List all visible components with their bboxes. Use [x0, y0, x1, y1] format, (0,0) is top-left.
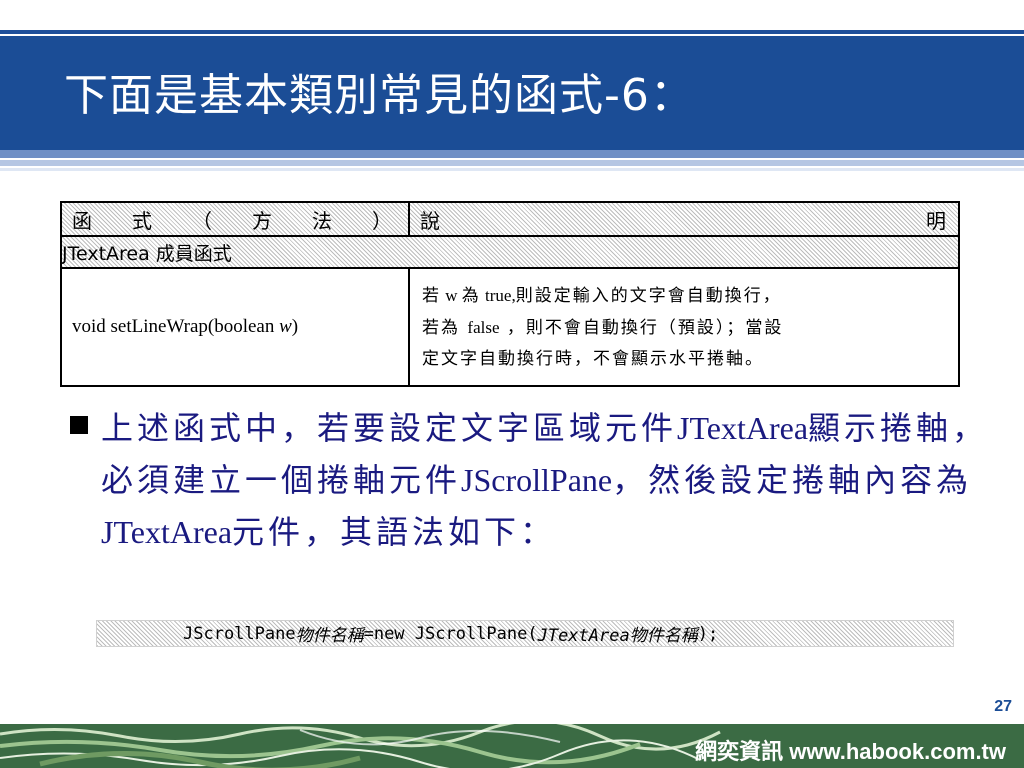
function-table: 函 式 （ 方 法 ） 說 明 JTextArea 成員函式 void setL… — [60, 201, 960, 387]
section-label-cell: JTextArea 成員函式 — [60, 235, 960, 269]
table-row: void setLineWrap(boolean w) 若 w 為 true,則… — [60, 267, 960, 387]
method-signature-start: void setLineWrap(boolean — [72, 316, 280, 337]
title-band-top-line — [0, 30, 1024, 34]
header-char: 法 — [312, 208, 332, 233]
header-char: 說 — [420, 208, 440, 233]
description-cell: 若 w 為 true,則設定輸入的文字會自動換行， 若為 false ，則不會自… — [408, 267, 960, 387]
bullet-square-icon — [70, 416, 88, 434]
page-number: 27 — [994, 698, 1012, 715]
syntax-code-box: JScrollPane 物件名稱 =new JScrollPane(JTextAr… — [96, 620, 954, 647]
slide-title: 下面是基本類別常見的函式-6： — [64, 70, 695, 121]
method-cell: void setLineWrap(boolean w) — [60, 267, 410, 387]
header-char: 函 — [72, 208, 92, 233]
method-signature-end: ) — [291, 316, 299, 337]
table-section-row: JTextArea 成員函式 — [60, 235, 960, 269]
description-line: 若 w 為 true,則設定輸入的文字會自動換行， — [422, 285, 782, 306]
header-char: ） — [372, 208, 392, 233]
header-char: 方 — [252, 208, 272, 233]
title-band-stripe — [0, 150, 1024, 158]
header-char: 明 — [926, 208, 946, 233]
description-line: 定文字自動換行時，不會顯示水平捲軸。 — [422, 348, 764, 369]
title-band-stripe — [0, 160, 1024, 166]
table-header-row: 函 式 （ 方 法 ） 說 明 — [60, 201, 960, 237]
bullet-paragraph: 上述函式中，若要設定文字區域元件JTextArea顯示捲軸，必須建立一個捲軸元件… — [101, 409, 989, 551]
header-char: （ — [192, 208, 212, 233]
header-char: 式 — [132, 208, 152, 233]
header-description-cell: 說 明 — [408, 201, 960, 237]
method-param: w — [279, 316, 292, 337]
header-method-cell: 函 式 （ 方 法 ） — [60, 201, 410, 237]
title-band-stripe — [0, 168, 1024, 171]
footer-brand: 網奕資訊 www.habook.com.tw — [695, 739, 1006, 764]
description-line: 若為 false ，則不會自動換行（預設）；當設 — [422, 317, 784, 338]
